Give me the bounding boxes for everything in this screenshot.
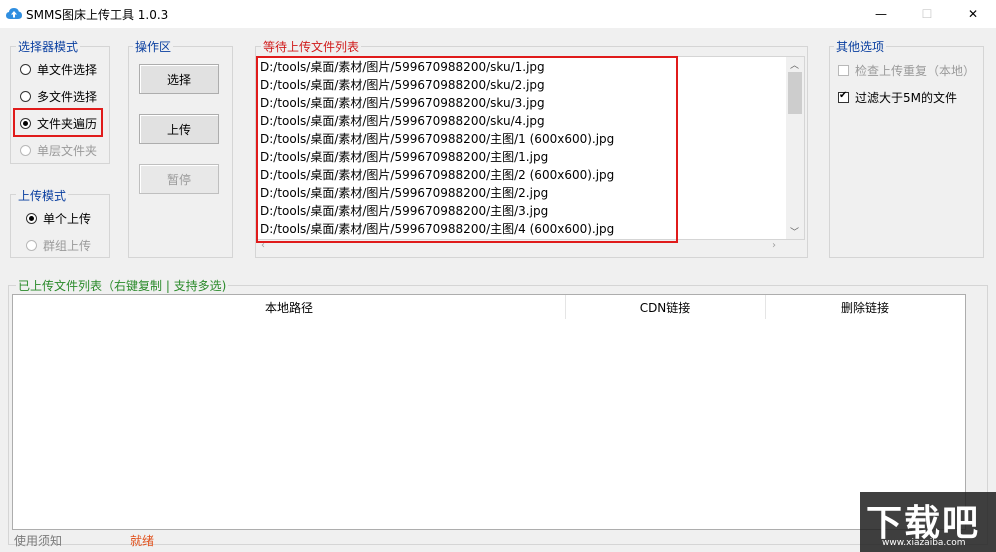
watermark-logo: 下载吧 www.xiazaiba.com — [860, 492, 996, 552]
pause-button[interactable]: 暂停 — [139, 164, 219, 194]
upload-button[interactable]: 上传 — [139, 114, 219, 144]
scroll-down-icon[interactable]: ﹀ — [790, 225, 799, 238]
radio-label: 单个上传 — [43, 212, 92, 226]
cloud-upload-icon — [6, 8, 22, 19]
radio-dot — [20, 64, 31, 75]
operations-title: 操作区 — [133, 38, 174, 55]
status-text: 就绪 — [130, 534, 155, 548]
other-options-title: 其他选项 — [834, 38, 887, 55]
radio-single-upload[interactable]: 单个上传 — [26, 210, 91, 227]
uploaded-list-title: 已上传文件列表（右键复制 | 支持多选) — [16, 277, 229, 294]
filter-large-files-checkbox[interactable]: 过滤大于5M的文件 — [838, 89, 957, 106]
radio-dot — [20, 118, 31, 129]
column-header-local-path[interactable]: 本地路径 — [13, 295, 566, 319]
scroll-up-icon[interactable]: ︿ — [790, 58, 799, 71]
minimize-button[interactable]: — — [858, 0, 904, 28]
radio-dot — [26, 240, 37, 251]
radio-multi-file[interactable]: 多文件选择 — [20, 88, 97, 105]
radio-dot — [20, 145, 31, 156]
radio-label: 单文件选择 — [37, 63, 98, 77]
check-duplicate-checkbox[interactable]: 检查上传重复（本地） — [838, 62, 975, 79]
radio-single-file[interactable]: 单文件选择 — [20, 61, 97, 78]
title-bar: SMMS图床上传工具 1.0.3 — ☐ ✕ — [0, 0, 996, 28]
column-header-delete-link[interactable]: 删除链接 — [765, 295, 965, 319]
uploaded-file-table[interactable]: 本地路径 CDN链接 删除链接 — [12, 294, 966, 530]
radio-label: 单层文件夹 — [37, 144, 98, 158]
checkbox-label: 过滤大于5M的文件 — [855, 91, 957, 105]
column-header-cdn-link[interactable]: CDN链接 — [565, 295, 766, 319]
radio-folder-traverse[interactable]: 文件夹遍历 — [20, 115, 97, 132]
help-link[interactable]: 使用须知 — [14, 532, 62, 549]
maximize-button[interactable]: ☐ — [904, 0, 950, 28]
pending-list-title: 等待上传文件列表 — [261, 38, 362, 55]
window-title: SMMS图床上传工具 1.0.3 — [26, 8, 169, 22]
checkbox-label: 检查上传重复（本地） — [855, 64, 976, 78]
checkbox-box — [838, 90, 849, 103]
scrollbar-thumb[interactable] — [788, 72, 802, 114]
watermark-url: www.xiazaiba.com — [882, 538, 966, 548]
radio-dot — [20, 91, 31, 102]
scroll-right-icon[interactable]: › — [772, 240, 776, 251]
radio-group-upload[interactable]: 群组上传 — [26, 237, 91, 254]
radio-dot — [26, 213, 37, 224]
radio-label: 多文件选择 — [37, 90, 98, 104]
upload-mode-title: 上传模式 — [16, 187, 69, 204]
selector-mode-title: 选择器模式 — [16, 38, 81, 55]
radio-label: 文件夹遍历 — [37, 117, 98, 131]
checkbox-box — [838, 65, 849, 76]
close-button[interactable]: ✕ — [950, 0, 996, 28]
highlight-box — [256, 56, 678, 243]
select-button[interactable]: 选择 — [139, 64, 219, 94]
radio-label: 群组上传 — [43, 239, 92, 253]
radio-single-layer-folder[interactable]: 单层文件夹 — [20, 142, 97, 159]
